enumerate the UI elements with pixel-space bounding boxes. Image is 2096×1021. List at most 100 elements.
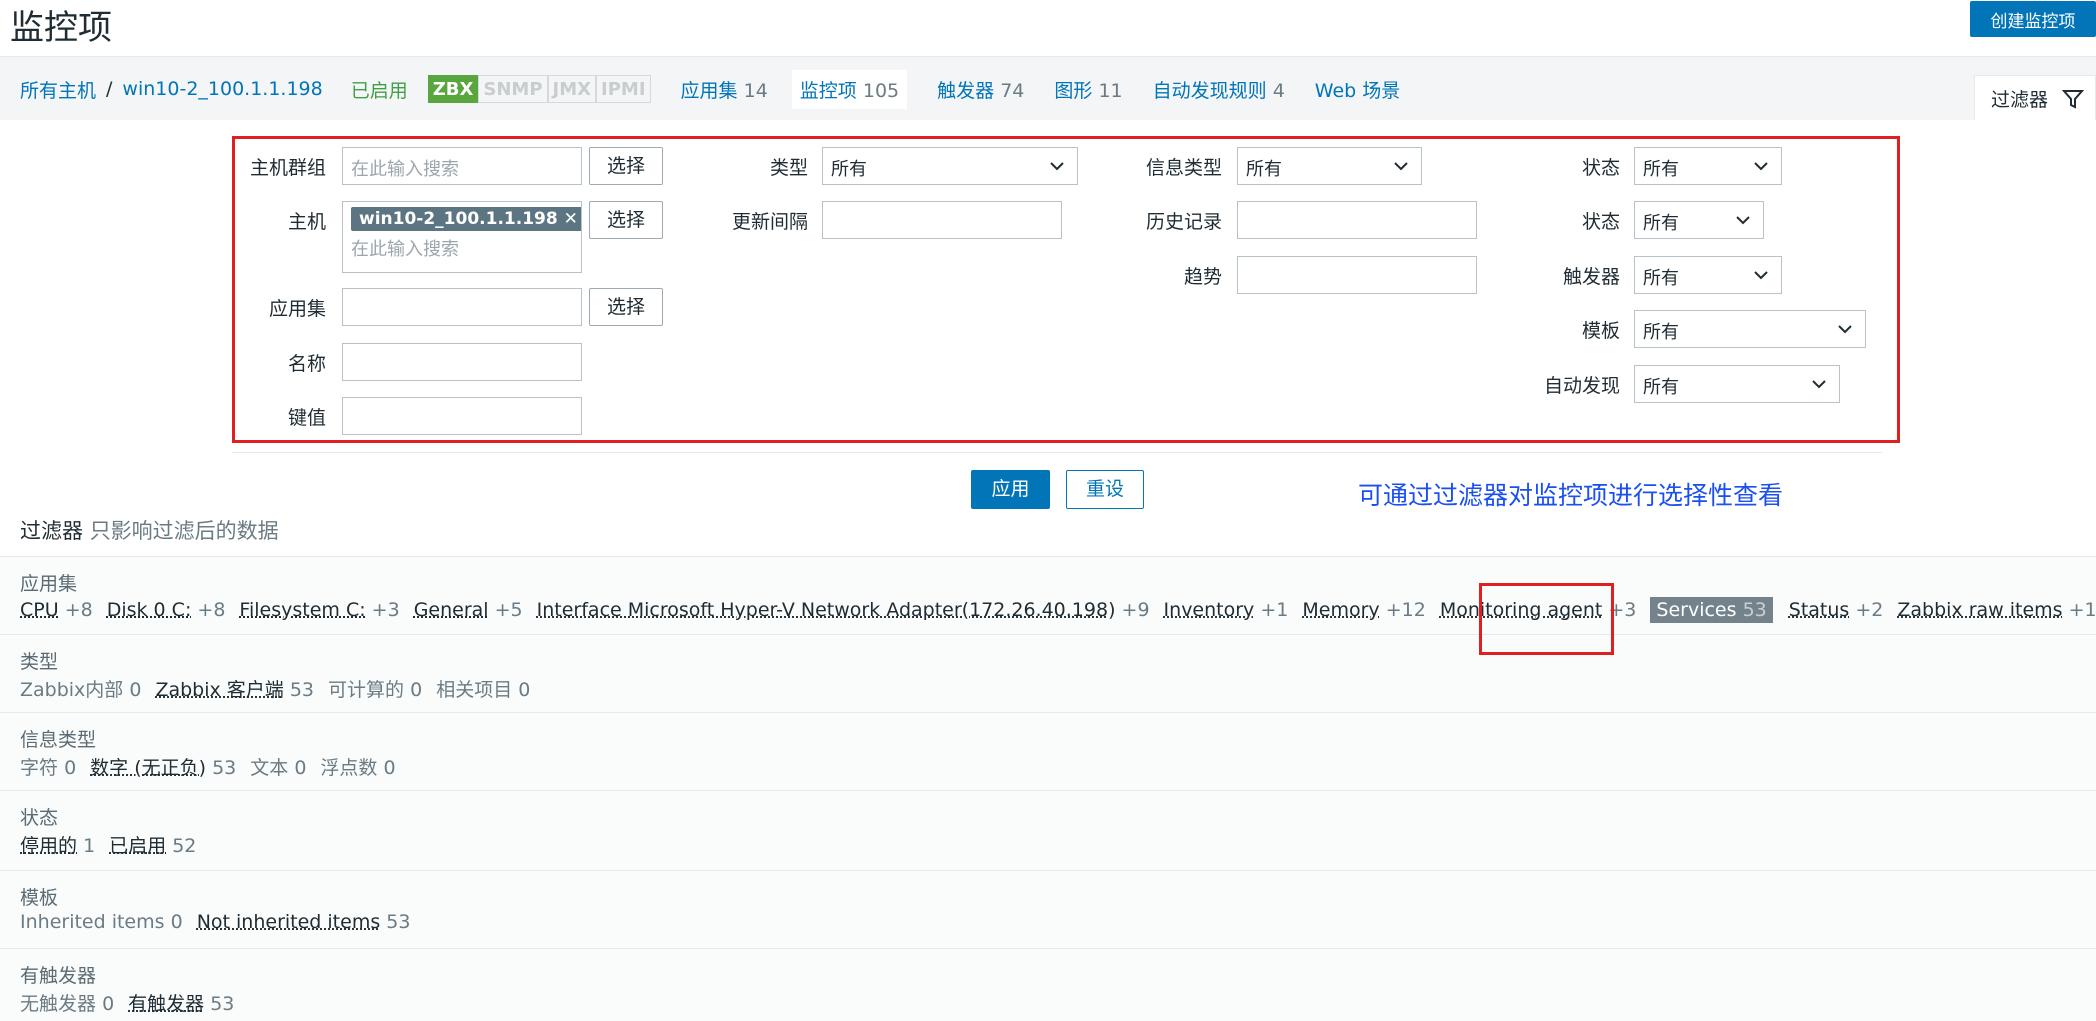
funnel-icon <box>2062 89 2085 109</box>
create-item-button[interactable]: 创建监控项 <box>1970 1 2096 37</box>
subfilter-item[interactable]: Memory +12 <box>1302 599 1425 621</box>
subfilter-item: 浮点数 0 <box>320 757 396 779</box>
state-select[interactable]: 所有 <box>1634 147 1782 185</box>
info-type-select[interactable]: 所有 <box>1237 147 1422 185</box>
subfilter-item[interactable]: 有触发器 53 <box>128 989 234 1016</box>
host-navbar: 所有主机 / win10-2_100.1.1.198 已启用 ZBX SNMP JM… <box>0 56 2096 121</box>
type-label: 类型 <box>769 157 808 179</box>
jmx-badge: JMX <box>547 75 597 103</box>
subfilter-with-triggers: 有触发器 无触发器 0 有触发器 53 <box>0 948 2096 1021</box>
triggers-select[interactable]: 所有 <box>1634 256 1782 294</box>
subfilter-item[interactable]: Interface Microsoft Hyper-V Network Adap… <box>537 599 1150 621</box>
subfilter-item[interactable]: General +5 <box>414 599 523 621</box>
apply-button[interactable]: 应用 <box>971 470 1050 509</box>
nav-graphs[interactable]: 图形 11 <box>1054 76 1122 103</box>
nav-web[interactable]: Web 场景 <box>1315 76 1400 103</box>
subfilter-item[interactable]: Disk 0 C: +8 <box>107 599 226 621</box>
filter-tab[interactable]: 过滤器 <box>1974 75 2096 121</box>
subfilter-types: 类型 Zabbix内部 0 Zabbix 客户端 53 可计算的 0 相关项目 … <box>0 634 2096 712</box>
chevron-down-icon <box>1736 216 1750 225</box>
subfilter-item: Zabbix内部 0 <box>20 679 142 701</box>
all-hosts-link[interactable]: 所有主机 <box>20 76 96 103</box>
subfilter-item: Inherited items 0 <box>20 911 183 933</box>
application-input[interactable] <box>342 288 582 326</box>
subfilter-item: 相关项目 0 <box>436 679 531 701</box>
name-input[interactable] <box>342 343 582 381</box>
template-select[interactable]: 所有 <box>1634 310 1866 348</box>
host-link[interactable]: win10-2_100.1.1.198 <box>122 78 322 100</box>
form-divider <box>232 452 1882 453</box>
subfilter-values: 无触发器 0 有触发器 53 <box>20 989 248 1016</box>
trends-label: 趋势 <box>1183 266 1222 288</box>
subfilter-item[interactable]: CPU +8 <box>20 599 93 621</box>
breadcrumb-separator: / <box>106 78 113 100</box>
subfilter-values: CPU +8 Disk 0 C: +8 Filesystem C: +3 Gen… <box>20 597 2096 623</box>
history-input[interactable] <box>1237 201 1477 239</box>
subfilter-item: 无触发器 0 <box>20 993 115 1015</box>
host-group-select-button[interactable]: 选择 <box>589 147 663 185</box>
filter-note: 过滤器 只影响过滤后的数据 <box>20 515 279 545</box>
host-search-placeholder: 在此输入搜索 <box>351 239 459 260</box>
snmp-badge: SNMP <box>478 75 548 103</box>
subfilter-values: 停用的 1 已启用 52 <box>20 831 210 858</box>
subfilter-item[interactable]: 已启用 52 <box>109 831 196 858</box>
nav-discovery[interactable]: 自动发现规则 4 <box>1153 76 1285 103</box>
chevron-down-icon <box>1812 380 1826 389</box>
subfilter-title: 模板 <box>20 887 59 909</box>
status-select[interactable]: 所有 <box>1634 201 1764 239</box>
host-tag: win10-2_100.1.1.198 ✕ <box>351 207 581 231</box>
subfilter-item[interactable]: 停用的 1 <box>20 831 95 858</box>
subfilter-info-types: 信息类型 字符 0 数字 (无正负) 53 文本 0 浮点数 0 <box>0 712 2096 790</box>
subfilter-title: 信息类型 <box>20 729 97 751</box>
filter-note-text: 只影响过滤后的数据 <box>89 519 279 543</box>
triggers-label: 触发器 <box>1562 266 1620 288</box>
interval-input[interactable] <box>822 201 1062 239</box>
application-select-button[interactable]: 选择 <box>589 288 663 326</box>
template-label: 模板 <box>1581 320 1620 342</box>
subfilter-item[interactable]: Filesystem C: +3 <box>239 599 399 621</box>
annotation-text: 可通过过滤器对监控项进行选择性查看 <box>1358 481 1784 510</box>
trends-input[interactable] <box>1237 256 1477 294</box>
reset-button[interactable]: 重设 <box>1066 470 1144 509</box>
key-input[interactable] <box>342 397 582 435</box>
subfilter-item: 可计算的 0 <box>328 679 423 701</box>
filter-note-title: 过滤器 <box>20 519 83 543</box>
status-label: 状态 <box>1581 211 1620 233</box>
subfilter-item[interactable]: Zabbix raw items +1 <box>1897 599 2096 621</box>
type-select[interactable]: 所有 <box>822 147 1078 185</box>
discovery-label: 自动发现 <box>1543 375 1620 397</box>
ipmi-badge: IPMI <box>596 75 651 103</box>
page-header: 监控项 创建监控项 <box>0 0 2096 56</box>
chevron-down-icon <box>1394 162 1408 171</box>
host-multiselect[interactable]: win10-2_100.1.1.198 ✕ 在此输入搜索 <box>342 201 582 273</box>
subfilter-title: 类型 <box>20 651 59 673</box>
discovery-select[interactable]: 所有 <box>1634 365 1840 403</box>
nav-items[interactable]: 监控项 105 <box>791 69 908 109</box>
subfilter-item[interactable]: Not inherited items 53 <box>197 911 411 933</box>
nav-triggers[interactable]: 触发器 74 <box>937 76 1024 103</box>
history-label: 历史记录 <box>1145 211 1222 233</box>
subfilter-item[interactable]: Status +2 <box>1789 599 1884 621</box>
subfilter-item[interactable]: 数字 (无正负) 53 <box>90 753 236 780</box>
host-status[interactable]: 已启用 <box>351 76 408 103</box>
subfilter-values: 字符 0 数字 (无正负) 53 文本 0 浮点数 0 <box>20 753 410 780</box>
host-label: 主机 <box>287 211 326 233</box>
host-select-button[interactable]: 选择 <box>589 201 663 239</box>
subfilter-item[interactable]: Zabbix 客户端 53 <box>155 675 314 702</box>
nav-applications[interactable]: 应用集 14 <box>681 76 768 103</box>
interval-label: 更新间隔 <box>731 211 808 233</box>
chevron-down-icon <box>1754 271 1768 280</box>
info-type-label: 信息类型 <box>1145 157 1222 179</box>
remove-tag-icon[interactable]: ✕ <box>564 209 578 229</box>
name-label: 名称 <box>287 353 326 375</box>
host-group-input[interactable]: 在此输入搜索 <box>342 147 582 185</box>
chevron-down-icon <box>1050 162 1064 171</box>
subfilter-item-selected[interactable]: Services 53 <box>1650 597 1773 623</box>
application-label: 应用集 <box>268 298 326 320</box>
subfilter-item[interactable]: Inventory +1 <box>1164 599 1289 621</box>
subfilter-values: Inherited items 0 Not inherited items 53 <box>20 911 424 933</box>
subfilter-applications: 应用集 CPU +8 Disk 0 C: +8 Filesystem C: +3… <box>0 556 2096 634</box>
zbx-badge: ZBX <box>427 75 479 103</box>
subfilter-title: 应用集 <box>20 573 78 595</box>
chevron-down-icon <box>1754 162 1768 171</box>
